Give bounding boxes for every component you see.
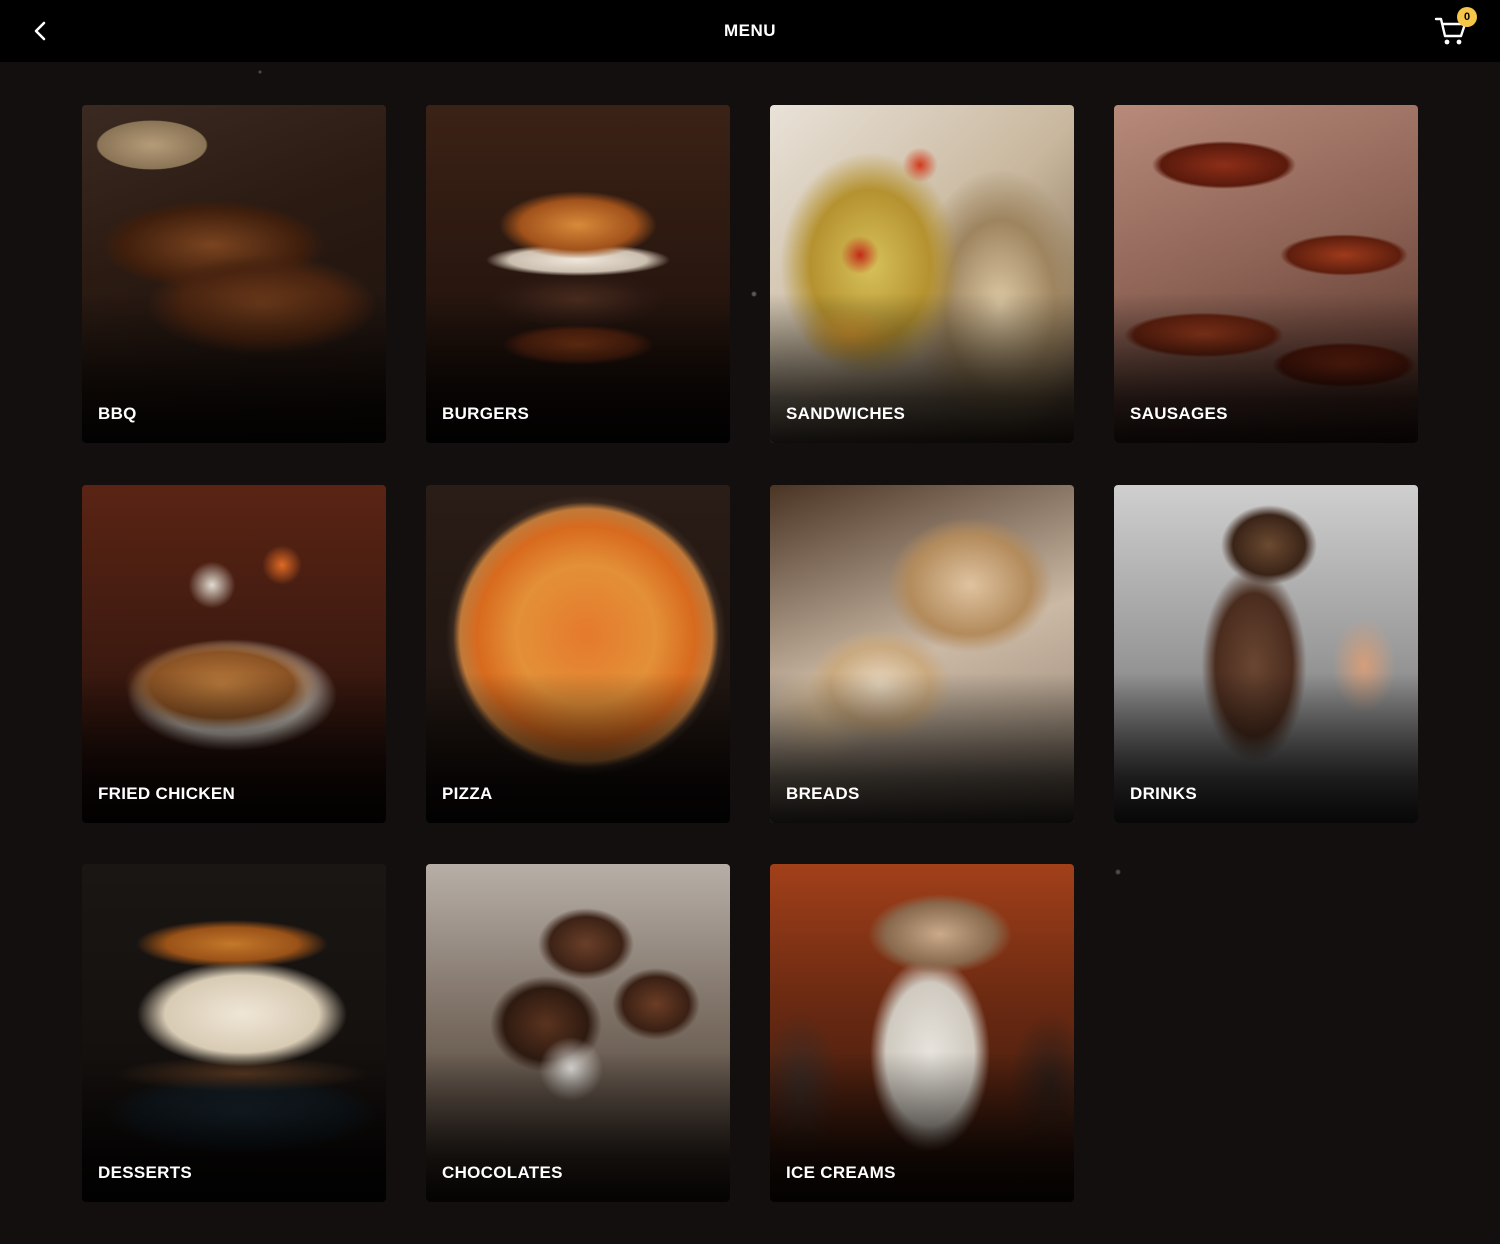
category-card-sandwiches[interactable]: SANDWICHES <box>770 105 1074 443</box>
page-title: MENU <box>723 21 777 40</box>
category-label: BREADS <box>786 784 860 803</box>
category-label: PIZZA <box>442 784 493 803</box>
category-card-desserts[interactable]: DESSERTS <box>82 864 386 1202</box>
category-label: SANDWICHES <box>786 404 906 423</box>
category-card-breads[interactable]: BREADS <box>770 485 1074 823</box>
back-button[interactable] <box>26 16 56 46</box>
menu-grid: BBQ BURGERS SANDWICHES SAUSAGES FRIED CH… <box>0 62 1500 1244</box>
category-card-fried-chicken[interactable]: FRIED CHICKEN <box>82 485 386 823</box>
category-card-drinks[interactable]: DRINKS <box>1114 485 1418 823</box>
cart-button[interactable]: 0 <box>1434 7 1477 48</box>
category-label: BBQ <box>98 404 137 423</box>
category-label: DESSERTS <box>98 1163 193 1182</box>
category-card-bbq[interactable]: BBQ <box>82 105 386 443</box>
category-label: BURGERS <box>442 404 530 423</box>
top-bar: MENU 0 <box>0 0 1500 62</box>
category-card-burgers[interactable]: BURGERS <box>426 105 730 443</box>
category-label: DRINKS <box>1130 784 1197 803</box>
category-card-pizza[interactable]: PIZZA <box>426 485 730 823</box>
category-label: SAUSAGES <box>1130 404 1228 423</box>
category-card-ice-creams[interactable]: ICE CREAMS <box>770 864 1074 1202</box>
chevron-left-icon <box>26 21 56 50</box>
cart-count-badge: 0 <box>1457 7 1477 27</box>
category-label: CHOCOLATES <box>442 1163 563 1182</box>
category-label: ICE CREAMS <box>786 1163 896 1182</box>
category-card-sausages[interactable]: SAUSAGES <box>1114 105 1418 443</box>
category-card-chocolates[interactable]: CHOCOLATES <box>426 864 730 1202</box>
category-label: FRIED CHICKEN <box>98 784 236 803</box>
